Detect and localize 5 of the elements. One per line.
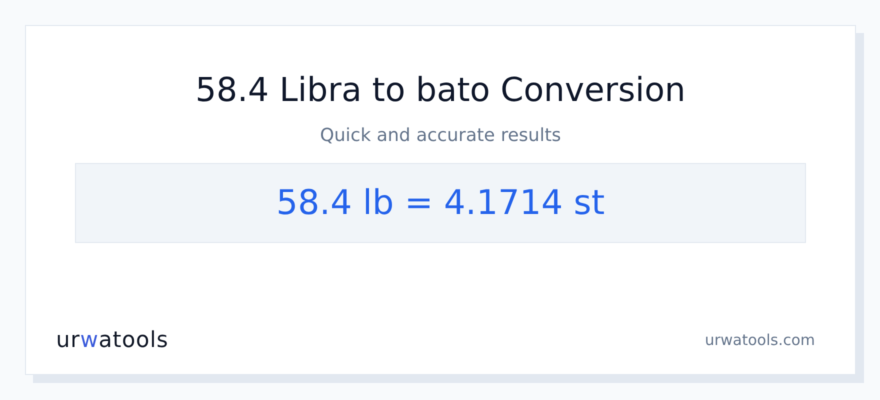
logo: urwatools: [56, 327, 169, 355]
site-name: urwatools.com: [704, 330, 815, 352]
page-title: 58.4 Libra to bato Conversion: [195, 70, 686, 110]
result-text: 58.4 lb = 4.1714 st: [276, 182, 605, 224]
subtitle: Quick and accurate results: [320, 124, 562, 148]
